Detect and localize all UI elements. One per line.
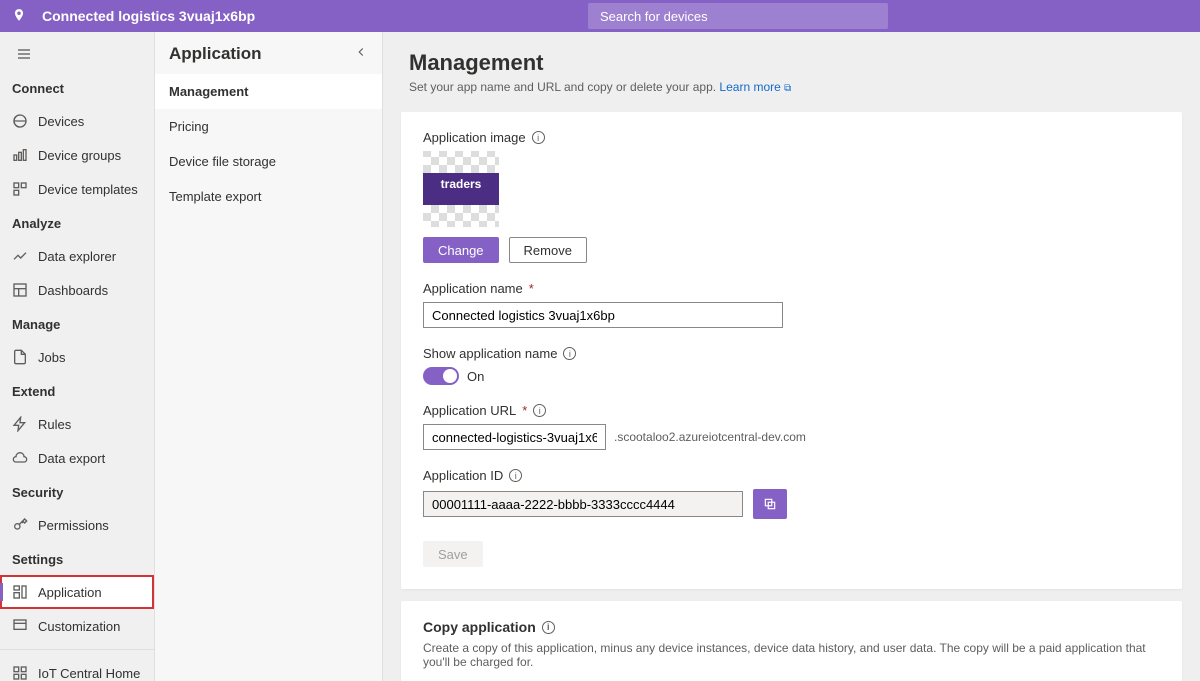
data-explorer-icon: [12, 248, 28, 264]
app-name-label: Application name*: [423, 281, 1160, 296]
nav-item-data-explorer[interactable]: Data explorer: [0, 239, 154, 273]
external-link-icon: ⧉: [784, 83, 791, 94]
nav-item-device-templates[interactable]: Device templates: [0, 172, 154, 206]
management-card: Application image i traders Change Remov…: [401, 112, 1182, 589]
nav-section-analyze: Analyze: [0, 206, 154, 239]
application-icon: [12, 584, 28, 600]
nav-label: Customization: [38, 619, 120, 634]
customization-icon: [12, 618, 28, 634]
nav-label: Data export: [38, 451, 105, 466]
sub-panel: Application Management Pricing Device fi…: [155, 32, 383, 681]
nav-item-device-groups[interactable]: Device groups: [0, 138, 154, 172]
content: Management Set your app name and URL and…: [383, 32, 1200, 681]
info-icon[interactable]: i: [563, 347, 576, 360]
nav-label: Devices: [38, 114, 84, 129]
hamburger-menu-button[interactable]: [0, 40, 154, 71]
copy-icon: [763, 497, 777, 511]
sub-item-device-file-storage[interactable]: Device file storage: [155, 144, 382, 179]
info-icon[interactable]: i: [532, 131, 545, 144]
app-url-input[interactable]: [423, 424, 606, 450]
sub-panel-header: Application: [155, 32, 382, 74]
sub-item-management[interactable]: Management: [155, 74, 382, 109]
nav-label: Dashboards: [38, 283, 108, 298]
application-image-preview: traders: [423, 151, 499, 227]
copy-app-description: Create a copy of this application, minus…: [423, 641, 1160, 669]
info-icon[interactable]: i: [533, 404, 546, 417]
location-pin-icon: [12, 8, 26, 25]
search-input[interactable]: [588, 3, 888, 29]
change-image-button[interactable]: Change: [423, 237, 499, 263]
left-nav: Connect Devices Device groups Device tem…: [0, 32, 155, 681]
learn-more-link[interactable]: Learn more ⧉: [719, 80, 791, 94]
device-groups-icon: [12, 147, 28, 163]
sub-item-pricing[interactable]: Pricing: [155, 109, 382, 144]
nav-item-jobs[interactable]: Jobs: [0, 340, 154, 374]
nav-item-rules[interactable]: Rules: [0, 407, 154, 441]
show-app-name-toggle[interactable]: [423, 367, 459, 385]
nav-label: IoT Central Home: [38, 666, 140, 681]
nav-label: Permissions: [38, 518, 109, 533]
collapse-panel-button[interactable]: [354, 44, 368, 64]
nav-section-security: Security: [0, 475, 154, 508]
toggle-state-label: On: [467, 369, 484, 384]
nav-section-manage: Manage: [0, 307, 154, 340]
search-wrap: [588, 3, 888, 29]
copy-app-title: Copy application i: [423, 619, 1160, 635]
content-header: Management Set your app name and URL and…: [383, 32, 1200, 100]
nav-item-dashboards[interactable]: Dashboards: [0, 273, 154, 307]
nav-label: Device templates: [38, 182, 138, 197]
info-icon[interactable]: i: [509, 469, 522, 482]
jobs-icon: [12, 349, 28, 365]
nav-label: Jobs: [38, 350, 65, 365]
page-subtitle: Set your app name and URL and copy or de…: [409, 80, 1174, 94]
nav-section-settings: Settings: [0, 542, 154, 575]
nav-section-connect: Connect: [0, 71, 154, 104]
app-name-input[interactable]: [423, 302, 783, 328]
sub-item-template-export[interactable]: Template export: [155, 179, 382, 214]
rules-icon: [12, 416, 28, 432]
info-icon[interactable]: i: [542, 621, 555, 634]
copy-application-card: Copy application i Create a copy of this…: [401, 601, 1182, 681]
permissions-icon: [12, 517, 28, 533]
nav-label: Application: [38, 585, 102, 600]
app-image-label: Application image i: [423, 130, 1160, 145]
devices-icon: [12, 113, 28, 129]
device-templates-icon: [12, 181, 28, 197]
app-url-suffix: .scootaloo2.azureiotcentral-dev.com: [614, 430, 806, 444]
sub-panel-title: Application: [169, 44, 262, 64]
dashboards-icon: [12, 282, 28, 298]
nav-section-extend: Extend: [0, 374, 154, 407]
nav-item-permissions[interactable]: Permissions: [0, 508, 154, 542]
app-id-input: [423, 491, 743, 517]
nav-label: Rules: [38, 417, 71, 432]
topbar: Connected logistics 3vuaj1x6bp: [0, 0, 1200, 32]
show-app-name-label: Show application name i: [423, 346, 1160, 361]
home-icon: [12, 665, 28, 681]
app-id-label: Application ID i: [423, 468, 1160, 483]
nav-item-data-export[interactable]: Data export: [0, 441, 154, 475]
app-title: Connected logistics 3vuaj1x6bp: [42, 8, 255, 24]
copy-id-button[interactable]: [753, 489, 787, 519]
page-title: Management: [409, 50, 1174, 76]
data-export-icon: [12, 450, 28, 466]
remove-image-button[interactable]: Remove: [509, 237, 587, 263]
nav-item-customization[interactable]: Customization: [0, 609, 154, 643]
app-url-label: Application URL* i: [423, 403, 1160, 418]
nav-label: Device groups: [38, 148, 121, 163]
nav-item-iot-central-home[interactable]: IoT Central Home: [0, 656, 154, 681]
nav-item-application[interactable]: Application: [0, 575, 154, 609]
save-button: Save: [423, 541, 483, 567]
nav-label: Data explorer: [38, 249, 116, 264]
nav-item-devices[interactable]: Devices: [0, 104, 154, 138]
